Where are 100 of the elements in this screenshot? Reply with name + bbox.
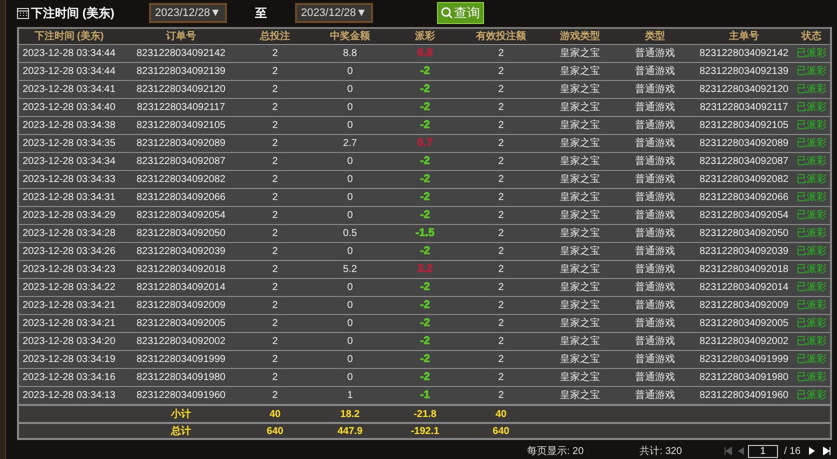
first-page-icon[interactable]: [724, 447, 732, 456]
table-cell-text: 8231228034092087: [698, 155, 790, 170]
date-dropdown[interactable]: 2023/12/28▼: [149, 2, 227, 23]
table-cell-text: 2: [271, 263, 279, 278]
table-cell-text: 2: [271, 371, 279, 386]
table-cell-text: 8231228034092018: [136, 263, 226, 278]
table-cell-text: 2023-12-28 03:34:38: [22, 119, 116, 134]
table-cell-text: 普通游戏: [634, 280, 676, 296]
table-cell-text: 0: [346, 299, 354, 314]
table-cell-text: 2: [497, 227, 505, 242]
status-text: 已派彩: [796, 64, 828, 80]
table-cell-text: 普通游戏: [634, 298, 676, 314]
column-header: 游戏类型: [559, 30, 601, 44]
table-cell-text: 2: [271, 119, 279, 134]
status-text: 已派彩: [796, 316, 828, 332]
table-cell-text: 普通游戏: [634, 136, 676, 152]
table-cell-text: 0: [346, 245, 354, 260]
table-cell-text: 0: [346, 317, 354, 332]
table-cell-text: 8231228034092089: [136, 137, 226, 152]
table-cell-text: 皇家之宝: [559, 64, 601, 80]
payout-value: -2: [420, 65, 430, 78]
table-cell-text: 皇家之宝: [559, 370, 601, 386]
table-cell-text: 皇家之宝: [559, 352, 601, 368]
table-cell-text: 皇家之宝: [559, 82, 601, 98]
column-header: 总投注: [258, 29, 291, 44]
table-cell-text: 皇家之宝: [559, 46, 601, 62]
table-cell-text: 皇家之宝: [559, 316, 601, 332]
table-cell-text: 2: [271, 209, 279, 224]
table-cell-text: 2023-12-28 03:34:40: [22, 101, 116, 116]
status-text: 已派彩: [796, 334, 828, 350]
status-text: 已派彩: [796, 226, 828, 242]
payout-value: 3.2: [417, 263, 433, 276]
column-header: 订单号: [164, 30, 197, 44]
table-cell-text: 2.7: [342, 137, 358, 152]
table-cell-text: 2023-12-28 03:34:21: [22, 299, 116, 314]
table-cell-text: 0: [346, 101, 354, 116]
table-cell-text: 8231228034092105: [698, 119, 790, 134]
table-cell-text: 8231228034092142: [136, 47, 226, 62]
table-cell-text: 8231228034092002: [136, 335, 226, 350]
date-dropdown[interactable]: 2023/12/28▼: [294, 2, 373, 23]
table-cell-text: 8231228034092009: [136, 299, 226, 314]
table-cell-text: 普通游戏: [634, 118, 676, 134]
table-cell-text: 2: [271, 335, 279, 350]
last-page-icon[interactable]: [822, 447, 831, 456]
table-cell-text: 普通游戏: [634, 334, 676, 350]
status-text: 已派彩: [796, 298, 828, 314]
payout-value: -2: [420, 83, 430, 96]
page-input[interactable]: 1: [748, 444, 778, 458]
table-cell-text: 8231228034092087: [136, 155, 226, 170]
table-cell-text: 8231228034092005: [136, 317, 226, 332]
next-page-icon[interactable]: [808, 447, 815, 456]
status-text: 已派彩: [796, 136, 828, 152]
table-cell-text: 2023-12-28 03:34:31: [22, 191, 116, 206]
table-cell-text: 2: [271, 101, 279, 116]
table-cell-text: 普通游戏: [634, 46, 676, 62]
table-cell-text: 0: [346, 155, 354, 170]
table-cell-text: 2: [497, 191, 505, 206]
table-cell-text: 普通游戏: [634, 64, 676, 80]
table-cell-text: 2: [497, 245, 505, 260]
table-cell-text: 8231228034091999: [136, 353, 226, 368]
payout-value: -2: [420, 119, 430, 132]
table-cell-text: 0.5: [342, 227, 358, 242]
payout-value: -2: [420, 299, 430, 312]
table-cell-text: 普通游戏: [634, 172, 676, 188]
status-text: 已派彩: [796, 208, 828, 224]
table-cell-text: 0: [346, 371, 354, 386]
table-cell-text: 普通游戏: [634, 154, 676, 170]
table-cell-text: 2: [497, 65, 505, 80]
table-cell-text: 8231228034092009: [698, 299, 790, 314]
calendar-icon: [17, 6, 29, 19]
table-cell-text: 2023-12-28 03:34:34: [22, 155, 116, 170]
status-text: 已派彩: [796, 352, 828, 368]
status-text: 已派彩: [796, 280, 828, 296]
table-cell-text: 2023-12-28 03:34:44: [22, 47, 116, 62]
total-cell-text: 447.9: [336, 425, 364, 440]
prev-page-icon[interactable]: [738, 447, 744, 456]
page-count: / 16: [784, 444, 801, 459]
table-cell-text: 2: [271, 155, 279, 170]
table-cell-text: 2: [497, 335, 505, 350]
table-cell-text: 2: [271, 353, 279, 368]
column-header: 类型: [644, 30, 666, 44]
status-text: 已派彩: [796, 388, 828, 404]
table-cell-text: 普通游戏: [634, 244, 676, 260]
table-cell-text: 2023-12-28 03:34:19: [22, 353, 116, 368]
table-cell-text: 2: [271, 47, 279, 62]
table-cell-text: 2: [497, 389, 505, 404]
payout-value: -2: [420, 317, 430, 330]
table-cell-text: 2: [497, 137, 505, 152]
table-cell-text: 普通游戏: [634, 262, 676, 278]
table-cell-text: 0: [346, 191, 354, 206]
table-cell-text: 2: [271, 83, 279, 98]
search-icon: [440, 6, 453, 19]
table-cell-text: 皇家之宝: [559, 190, 601, 206]
table-cell-text: 皇家之宝: [559, 334, 601, 350]
payout-value: -1.5: [416, 227, 434, 240]
table-cell-text: 8231228034091999: [698, 353, 790, 368]
table-cell-text: 2023-12-28 03:34:20: [22, 335, 116, 350]
table-cell-text: 8231228034092039: [698, 245, 790, 260]
table-cell-text: 2023-12-28 03:34:35: [22, 137, 116, 152]
table-cell-text: 2: [271, 227, 279, 242]
